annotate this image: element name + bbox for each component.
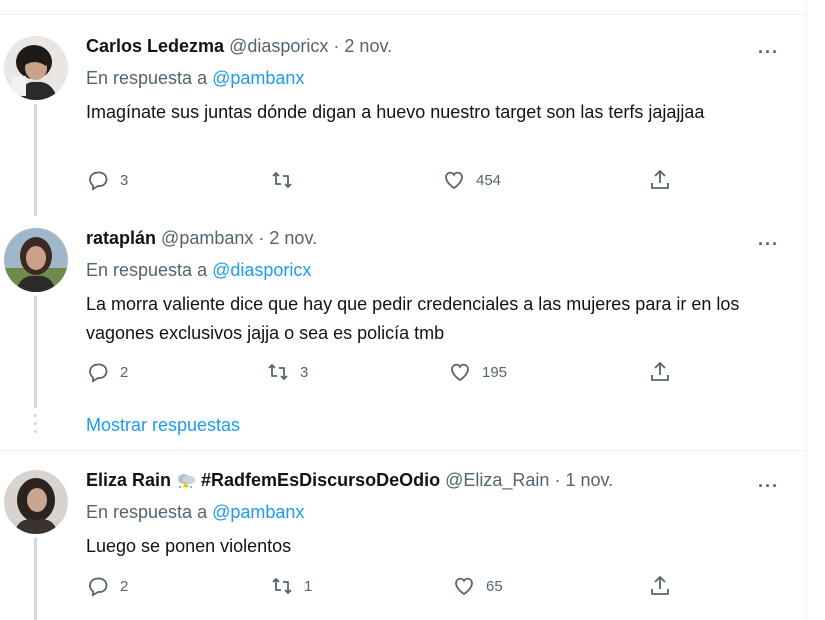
avatar[interactable] [4,470,68,534]
reply-button[interactable]: 3 [86,168,128,192]
thread-line [34,296,37,408]
tweet-header: Carlos Ledezma @diasporicx · 2 nov. [86,36,392,57]
reply-count: 2 [120,363,129,381]
author-name[interactable]: Carlos Ledezma [86,36,224,56]
reply-count: 2 [120,577,129,595]
heart-icon [445,171,463,190]
retweet-button[interactable]: 3 [266,360,308,384]
top-divider [0,14,806,15]
retweet-button[interactable]: 1 [270,574,312,598]
retweet-button[interactable] [270,168,304,192]
reply-mention[interactable]: @pambanx [212,502,304,522]
like-button[interactable]: 195 [448,360,507,384]
more-icon[interactable]: ··· [758,234,779,255]
retweet-count: 1 [304,577,313,595]
retweet-icon [272,578,292,594]
more-icon[interactable]: ··· [758,476,779,497]
like-button[interactable]: 65 [452,574,503,598]
reply-context: En respuesta a @pambanx [86,68,304,89]
share-icon [651,576,669,595]
thunderstorm-emoji-icon [175,472,197,491]
reply-button[interactable]: 2 [86,574,128,598]
reply-mention[interactable]: @pambanx [212,68,304,88]
thread-dots [34,414,37,438]
retweet-icon [272,172,292,188]
tweet-text: Imagínate sus juntas dónde digan a huevo… [86,102,705,122]
divider [0,450,806,451]
author-name-tag[interactable]: #RadfemEsDiscursoDeOdio [201,470,440,490]
author-handle[interactable]: @Eliza_Rain [445,470,549,490]
reply-button[interactable]: 2 [86,360,128,384]
tweet-actions: 3 454 [86,168,786,192]
reply-context: En respuesta a @pambanx [86,502,304,523]
retweet-icon [268,364,288,380]
separator: · [554,470,561,490]
reply-count: 3 [120,171,129,189]
reply-label: En respuesta a [86,502,208,522]
like-count: 195 [482,363,508,381]
share-button[interactable] [648,360,672,384]
tweet-rataplan[interactable]: rataplán @pambanx · 2 nov. ··· En respue… [0,228,806,408]
like-button[interactable]: 454 [442,168,501,192]
author-handle[interactable]: @diasporicx [229,36,328,56]
tweet-date[interactable]: 1 nov. [565,470,613,490]
tweet-text: La morra valiente dice que hay que pedir… [86,294,740,343]
thread-line [34,104,37,216]
tweet-eliza[interactable]: Eliza Rain #RadfemEsDiscursoDeOdio @Eliza… [0,470,806,620]
more-icon[interactable]: ··· [758,42,779,63]
reply-label: En respuesta a [86,260,208,280]
retweet-count: 3 [300,363,309,381]
tweet-date[interactable]: 2 nov. [269,228,317,248]
share-button[interactable] [648,574,672,598]
author-name[interactable]: rataplán [86,228,156,248]
heart-icon [451,363,469,382]
author-name[interactable]: Eliza Rain [86,470,171,490]
reply-icon [89,577,108,597]
reply-label: En respuesta a [86,68,208,88]
show-replies-link[interactable]: Mostrar respuestas [86,415,240,436]
share-icon [651,362,669,381]
tweet-carlos[interactable]: Carlos Ledezma @diasporicx · 2 nov. ··· … [0,36,806,216]
tweet-date[interactable]: 2 nov. [344,36,392,56]
like-count: 65 [486,577,503,595]
tweet-actions: 2 3 195 [86,360,786,384]
reply-mention[interactable]: @diasporicx [212,260,311,280]
avatar[interactable] [4,36,68,100]
separator: · [333,36,340,56]
avatar[interactable] [4,228,68,292]
like-count: 454 [476,171,502,189]
tweet-header: Eliza Rain #RadfemEsDiscursoDeOdio @Eliza… [86,470,613,491]
share-icon [651,170,669,189]
author-handle[interactable]: @pambanx [161,228,253,248]
tweet-actions: 2 1 65 [86,574,786,598]
reply-icon [89,363,108,383]
share-button[interactable] [648,168,672,192]
tweet-text: Luego se ponen violentos [86,536,292,556]
reply-context: En respuesta a @diasporicx [86,260,311,281]
separator: · [258,228,265,248]
heart-icon [455,577,473,596]
thread-line [34,538,37,620]
tweet-header: rataplán @pambanx · 2 nov. [86,228,317,249]
reply-icon [89,171,108,191]
